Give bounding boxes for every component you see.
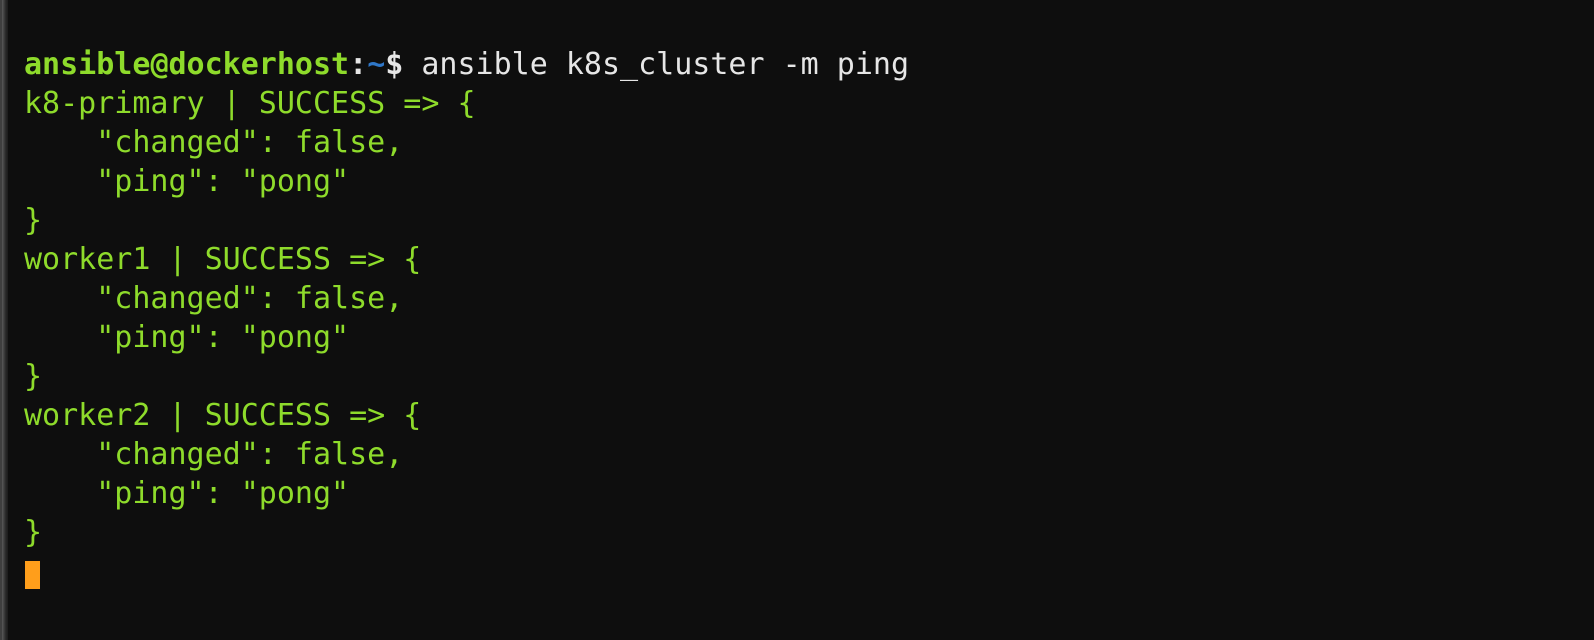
result-0-open: k8-primary | SUCCESS => {: [24, 86, 476, 121]
prompt-host: dockerhost: [169, 47, 350, 82]
result-1-close: }: [24, 359, 42, 394]
result-1-changed: "changed": false,: [24, 281, 403, 316]
result-2-close: }: [24, 515, 42, 550]
result-2-open: worker2 | SUCCESS => {: [24, 398, 421, 433]
terminal-window[interactable]: ansible@dockerhost:~$ ansible k8s_cluste…: [0, 0, 1594, 640]
result-2-changed: "changed": false,: [24, 437, 403, 472]
prompt-cwd: ~: [367, 47, 385, 82]
window-left-edge: [2, 0, 8, 640]
prompt-colon: :: [349, 47, 367, 82]
result-1-open: worker1 | SUCCESS => {: [24, 242, 421, 277]
cursor-block: [25, 561, 40, 589]
command-text: ansible k8s_cluster -m ping: [421, 47, 909, 82]
prompt-symbol: $: [385, 47, 403, 82]
result-2-ping: "ping": "pong": [24, 476, 349, 511]
prompt-at: @: [150, 47, 168, 82]
result-0-changed: "changed": false,: [24, 125, 403, 160]
result-1-ping: "ping": "pong": [24, 320, 349, 355]
prompt-space: [403, 47, 421, 82]
result-0-close: }: [24, 203, 42, 238]
prompt-user: ansible: [24, 47, 150, 82]
result-0-ping: "ping": "pong": [24, 164, 349, 199]
terminal-content[interactable]: ansible@dockerhost:~$ ansible k8s_cluste…: [24, 6, 1594, 591]
